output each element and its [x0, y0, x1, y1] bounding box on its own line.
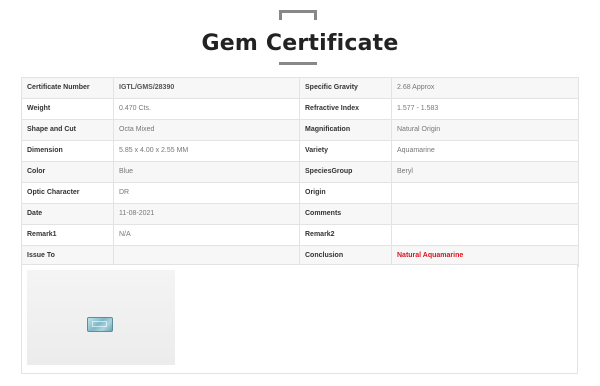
certificate-header: Gem Certificate — [0, 0, 600, 70]
page-title: Gem Certificate — [201, 31, 399, 56]
shape-and-cut-label: Shape and Cut — [21, 119, 114, 141]
remark2-label: Remark2 — [299, 224, 392, 246]
gem-photo — [27, 270, 175, 365]
species-group-value: Beryl — [391, 161, 579, 183]
weight-value: 0.470 Cts. — [113, 98, 300, 120]
optic-character-label: Optic Character — [21, 182, 114, 204]
dimension-value: 5.85 x 4.00 x 2.55 MM — [113, 140, 300, 162]
title-decoration-top — [279, 10, 317, 20]
title-underline — [279, 62, 317, 65]
variety-value: Aquamarine — [391, 140, 579, 162]
table-row: Date 11-08-2021 Comments — [21, 203, 579, 225]
table-row: Color Blue SpeciesGroup Beryl — [21, 161, 579, 183]
certificate-table: Certificate Number IGTL/GMS/28390 Specif… — [21, 77, 579, 267]
remark1-value: N/A — [113, 224, 300, 246]
shape-and-cut-value: Octa Mixed — [113, 119, 300, 141]
refractive-index-label: Refractive Index — [299, 98, 392, 120]
aquamarine-gem-image — [87, 317, 113, 332]
color-value: Blue — [113, 161, 300, 183]
origin-label: Origin — [299, 182, 392, 204]
magnification-label: Magnification — [299, 119, 392, 141]
optic-character-value: DR — [113, 182, 300, 204]
date-label: Date — [21, 203, 114, 225]
table-row: Weight 0.470 Cts. Refractive Index 1.577… — [21, 98, 579, 120]
magnification-value: Natural Origin — [391, 119, 579, 141]
table-row: Optic Character DR Origin — [21, 182, 579, 204]
weight-label: Weight — [21, 98, 114, 120]
color-label: Color — [21, 161, 114, 183]
table-row: Dimension 5.85 x 4.00 x 2.55 MM Variety … — [21, 140, 579, 162]
table-row: Remark1 N/A Remark2 — [21, 224, 579, 246]
variety-label: Variety — [299, 140, 392, 162]
comments-value — [391, 203, 579, 225]
certificate-number-label: Certificate Number — [21, 77, 114, 99]
dimension-label: Dimension — [21, 140, 114, 162]
specific-gravity-label: Specific Gravity — [299, 77, 392, 99]
comments-label: Comments — [299, 203, 392, 225]
gem-image-panel — [21, 264, 578, 374]
certificate-number-value: IGTL/GMS/28390 — [113, 77, 300, 99]
table-row: Certificate Number IGTL/GMS/28390 Specif… — [21, 77, 579, 99]
origin-value — [391, 182, 579, 204]
date-value: 11-08-2021 — [113, 203, 300, 225]
remark2-value — [391, 224, 579, 246]
refractive-index-value: 1.577 - 1.583 — [391, 98, 579, 120]
remark1-label: Remark1 — [21, 224, 114, 246]
species-group-label: SpeciesGroup — [299, 161, 392, 183]
table-row: Shape and Cut Octa Mixed Magnification N… — [21, 119, 579, 141]
specific-gravity-value: 2.68 Approx — [391, 77, 579, 99]
